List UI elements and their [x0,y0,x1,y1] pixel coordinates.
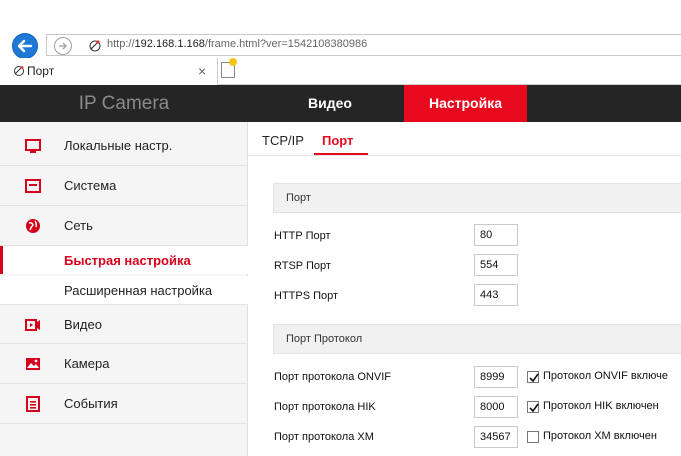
sidebar-item-network[interactable]: Сеть [0,206,248,246]
http-port-input[interactable]: 80 [474,224,518,246]
sidebar-subitem-advanced-setup[interactable]: Расширенная настройка [0,276,248,304]
app-logo: IP Camera [78,93,170,114]
onvif-enabled-checkbox[interactable] [527,371,539,383]
onvif-port-label: Порт протокола ONVIF [274,371,391,383]
back-button[interactable] [12,33,38,59]
section-header-protocol: Порт Протокол [273,324,681,354]
http-port-label: HTTP Порт [274,230,331,242]
checkmark-icon [529,403,539,413]
tab-title: Порт [27,64,55,78]
globe-icon [26,219,40,233]
checkmark-icon [529,373,539,383]
xm-port-input[interactable]: 34567 [474,426,518,448]
xm-enabled-label: Протокол XM включен [543,430,657,442]
page-favicon-icon [89,40,101,52]
video-icon [25,319,40,331]
onvif-enabled-label: Протокол ONVIF включе [543,370,668,382]
sidebar-item-label: Система [64,178,117,193]
events-icon [26,396,40,412]
rtsp-port-label: RTSP Порт [274,260,331,272]
hik-enabled-label: Протокол HIK включен [543,400,659,412]
tab-tcpip[interactable]: TCP/IP [262,133,304,148]
section-title: Порт Протокол [286,333,363,345]
sidebar-item-events[interactable]: События [0,384,248,424]
new-tab-star-icon [229,58,237,66]
hik-port-label: Порт протокола HIK [274,401,376,413]
sidebar-item-label: Видео [64,317,102,332]
url-text[interactable]: http://192.168.1.168/frame.html?ver=1542… [107,38,367,50]
hik-port-input[interactable]: 8000 [474,396,518,418]
arrow-left-icon [17,39,33,53]
section-header-port: Порт [273,183,681,213]
sidebar-item-video[interactable]: Видео [0,304,248,344]
tab-close-icon[interactable]: × [198,63,206,79]
sidebar-subitem-quick-setup[interactable]: Быстрая настройка [0,246,248,274]
sidebar-item-local[interactable]: Локальные настр. [0,126,248,166]
sidebar-item-label: События [64,396,118,411]
xm-port-label: Порт протокола XM [274,431,374,443]
section-title: Порт [286,192,311,204]
monitor-icon [25,139,41,153]
sidebar-subitem-label: Расширенная настройка [64,283,213,298]
arrow-right-icon [59,42,67,50]
tab-favicon-icon [14,66,24,76]
hik-enabled-checkbox[interactable] [527,401,539,413]
https-port-label: HTTPS Порт [274,290,339,302]
sidebar-item-camera[interactable]: Камера [0,344,248,384]
tab-active-indicator [314,153,368,155]
sidebar-item-system[interactable]: Система [0,166,248,206]
onvif-port-input[interactable]: 8999 [474,366,518,388]
sidebar-subitem-label: Быстрая настройка [64,253,191,268]
sidebar-item-label: Камера [64,356,110,371]
rtsp-port-input[interactable]: 554 [474,254,518,276]
tab-port[interactable]: Порт [322,133,353,148]
sidebar-item-label: Локальные настр. [64,138,173,153]
nav-settings[interactable]: Настройка [404,85,527,122]
xm-enabled-checkbox[interactable] [527,431,539,443]
image-icon [26,358,40,370]
nav-video[interactable]: Видео [280,85,380,122]
sidebar-item-label: Сеть [64,218,93,233]
tab-divider [248,155,681,156]
https-port-input[interactable]: 443 [474,284,518,306]
system-icon [25,179,41,193]
forward-button[interactable] [54,37,72,55]
